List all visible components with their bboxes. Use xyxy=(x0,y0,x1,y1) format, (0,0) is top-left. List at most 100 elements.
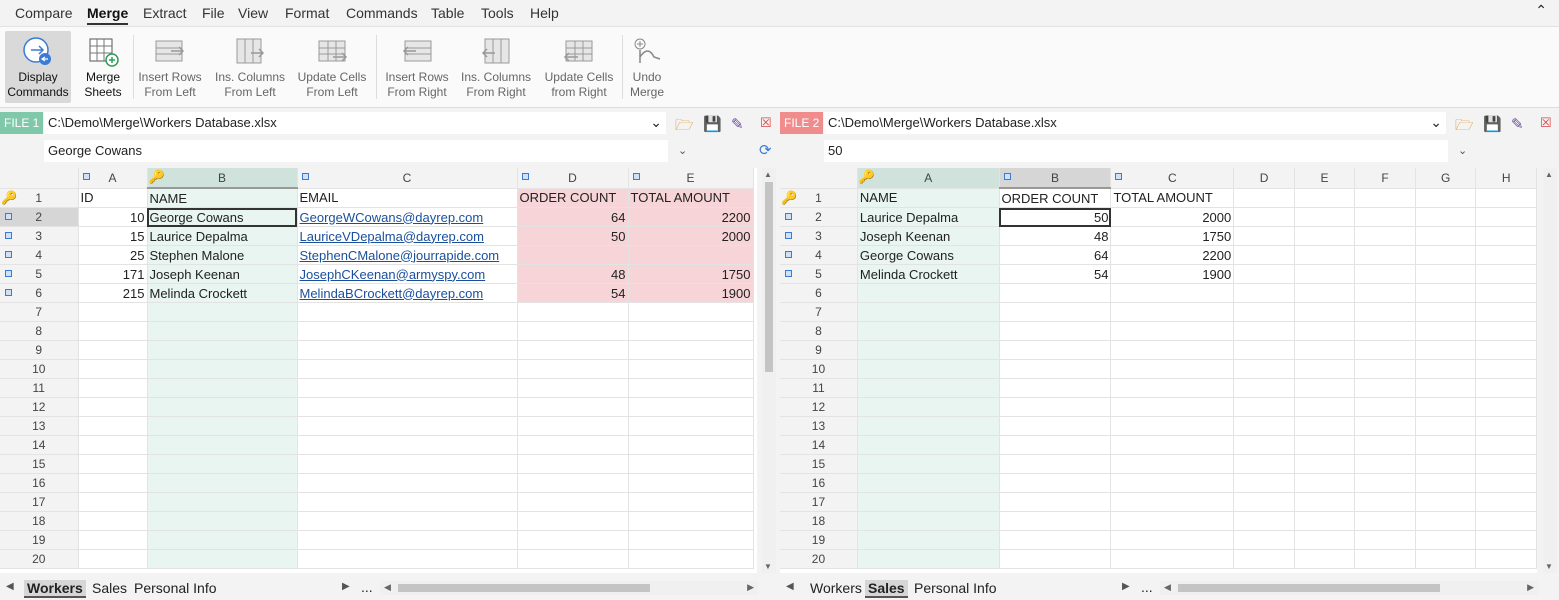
cell[interactable] xyxy=(297,321,518,341)
cell[interactable] xyxy=(999,302,1112,322)
menu-commands[interactable]: Commands xyxy=(346,5,418,21)
row-header[interactable]: 10 xyxy=(780,359,858,379)
cell[interactable] xyxy=(1415,302,1477,322)
cell[interactable] xyxy=(1233,454,1295,474)
cell[interactable] xyxy=(297,340,518,360)
cell[interactable] xyxy=(1110,416,1235,436)
cell[interactable] xyxy=(1110,340,1235,360)
cell[interactable] xyxy=(628,549,754,569)
row-header[interactable]: 4 xyxy=(780,245,858,265)
cell[interactable] xyxy=(1233,321,1295,341)
cell[interactable] xyxy=(1475,473,1537,493)
sheet-next-icon[interactable]: ▶ xyxy=(342,581,350,592)
cell[interactable] xyxy=(78,340,148,360)
column-header-d[interactable]: D xyxy=(1233,168,1295,189)
cell[interactable]: 1900 xyxy=(1110,264,1235,284)
cell[interactable] xyxy=(999,416,1112,436)
cell[interactable] xyxy=(78,378,148,398)
cell[interactable] xyxy=(1415,473,1477,493)
cell[interactable] xyxy=(1354,188,1416,208)
scroll-right-icon[interactable]: ▶ xyxy=(747,582,754,593)
cell[interactable] xyxy=(517,359,629,379)
cell[interactable] xyxy=(78,302,148,322)
cell[interactable] xyxy=(1475,340,1537,360)
row-header[interactable]: 2 xyxy=(780,207,858,227)
row-header[interactable]: 9 xyxy=(780,340,858,360)
cell[interactable] xyxy=(147,549,298,569)
row-header[interactable]: 19 xyxy=(0,530,79,550)
cell[interactable]: EMAIL xyxy=(297,188,518,208)
cell[interactable] xyxy=(1354,359,1416,379)
cell[interactable] xyxy=(1294,416,1356,436)
cell[interactable] xyxy=(1354,416,1416,436)
cell[interactable]: 50 xyxy=(517,226,629,246)
cell[interactable]: 54 xyxy=(517,283,629,303)
cell[interactable] xyxy=(517,435,629,455)
chevron-up-icon[interactable]: ⌃ xyxy=(1535,2,1547,19)
insert-rows-from-right-button[interactable]: Insert Rows From Right xyxy=(382,31,452,103)
ins-columns-from-left-button[interactable]: Ins. Columns From Left xyxy=(212,31,288,103)
cell[interactable] xyxy=(78,321,148,341)
cell[interactable] xyxy=(1294,511,1356,531)
cell[interactable] xyxy=(297,435,518,455)
cell[interactable]: 1900 xyxy=(628,283,754,303)
cell[interactable] xyxy=(857,283,1000,303)
scroll-left-icon[interactable]: ◀ xyxy=(384,582,391,593)
cell[interactable] xyxy=(1233,378,1295,398)
cell[interactable]: JosephCKeenan@armyspy.com xyxy=(297,264,518,284)
cell[interactable] xyxy=(517,245,629,265)
right-file-path-select[interactable]: C:\Demo\Merge\Workers Database.xlsx ⌄ xyxy=(824,112,1446,134)
cell[interactable]: 2200 xyxy=(1110,245,1235,265)
cell[interactable] xyxy=(1294,454,1356,474)
column-header-h[interactable]: H xyxy=(1475,168,1537,189)
cell[interactable] xyxy=(628,473,754,493)
cell[interactable] xyxy=(1354,321,1416,341)
cell[interactable] xyxy=(1415,511,1477,531)
cell[interactable]: 10 xyxy=(78,207,148,227)
cell[interactable] xyxy=(1475,245,1537,265)
cell[interactable] xyxy=(999,530,1112,550)
cell[interactable] xyxy=(297,549,518,569)
row-header[interactable]: 14 xyxy=(0,435,79,455)
cell[interactable] xyxy=(1475,549,1537,569)
cell[interactable] xyxy=(1110,359,1235,379)
cell[interactable]: ORDER COUNT xyxy=(517,188,629,208)
cell[interactable] xyxy=(628,511,754,531)
cell[interactable] xyxy=(78,549,148,569)
expand-icon[interactable]: ⌄ xyxy=(1458,144,1467,157)
scroll-down-icon[interactable]: ▼ xyxy=(764,562,772,571)
scroll-thumb[interactable] xyxy=(1178,584,1440,592)
cell[interactable] xyxy=(1354,549,1416,569)
row-header[interactable]: 12 xyxy=(0,397,79,417)
cell[interactable]: NAME xyxy=(147,188,298,208)
cell[interactable] xyxy=(517,530,629,550)
cell[interactable] xyxy=(1475,226,1537,246)
cell[interactable] xyxy=(517,473,629,493)
cell[interactable]: LauriceVDepalma@dayrep.com xyxy=(297,226,518,246)
cell[interactable]: 2000 xyxy=(628,226,754,246)
row-header[interactable]: 8 xyxy=(0,321,79,341)
cell[interactable] xyxy=(1415,492,1477,512)
cell[interactable] xyxy=(1110,492,1235,512)
ins-columns-from-right-button[interactable]: Ins. Columns From Right xyxy=(458,31,534,103)
row-header[interactable]: 13 xyxy=(0,416,79,436)
scroll-right-icon[interactable]: ▶ xyxy=(1527,582,1534,593)
cell[interactable] xyxy=(1233,530,1295,550)
row-header[interactable]: 20 xyxy=(0,549,79,569)
cell[interactable] xyxy=(1415,359,1477,379)
cell[interactable] xyxy=(1294,530,1356,550)
cell[interactable]: ORDER COUNT xyxy=(999,188,1112,208)
cell[interactable] xyxy=(1110,283,1235,303)
row-header[interactable]: 19 xyxy=(780,530,858,550)
sheet-more[interactable]: ... xyxy=(358,579,376,595)
cell[interactable] xyxy=(1294,188,1356,208)
insert-rows-from-left-button[interactable]: Insert Rows From Left xyxy=(136,31,204,103)
cell[interactable] xyxy=(78,530,148,550)
column-header-c[interactable]: C xyxy=(297,168,518,189)
sync-icon[interactable]: ⟳ xyxy=(759,141,772,159)
cell[interactable] xyxy=(517,378,629,398)
cell[interactable]: 48 xyxy=(999,226,1112,246)
cell[interactable] xyxy=(857,435,1000,455)
cell[interactable] xyxy=(999,473,1112,493)
cell[interactable] xyxy=(628,245,754,265)
